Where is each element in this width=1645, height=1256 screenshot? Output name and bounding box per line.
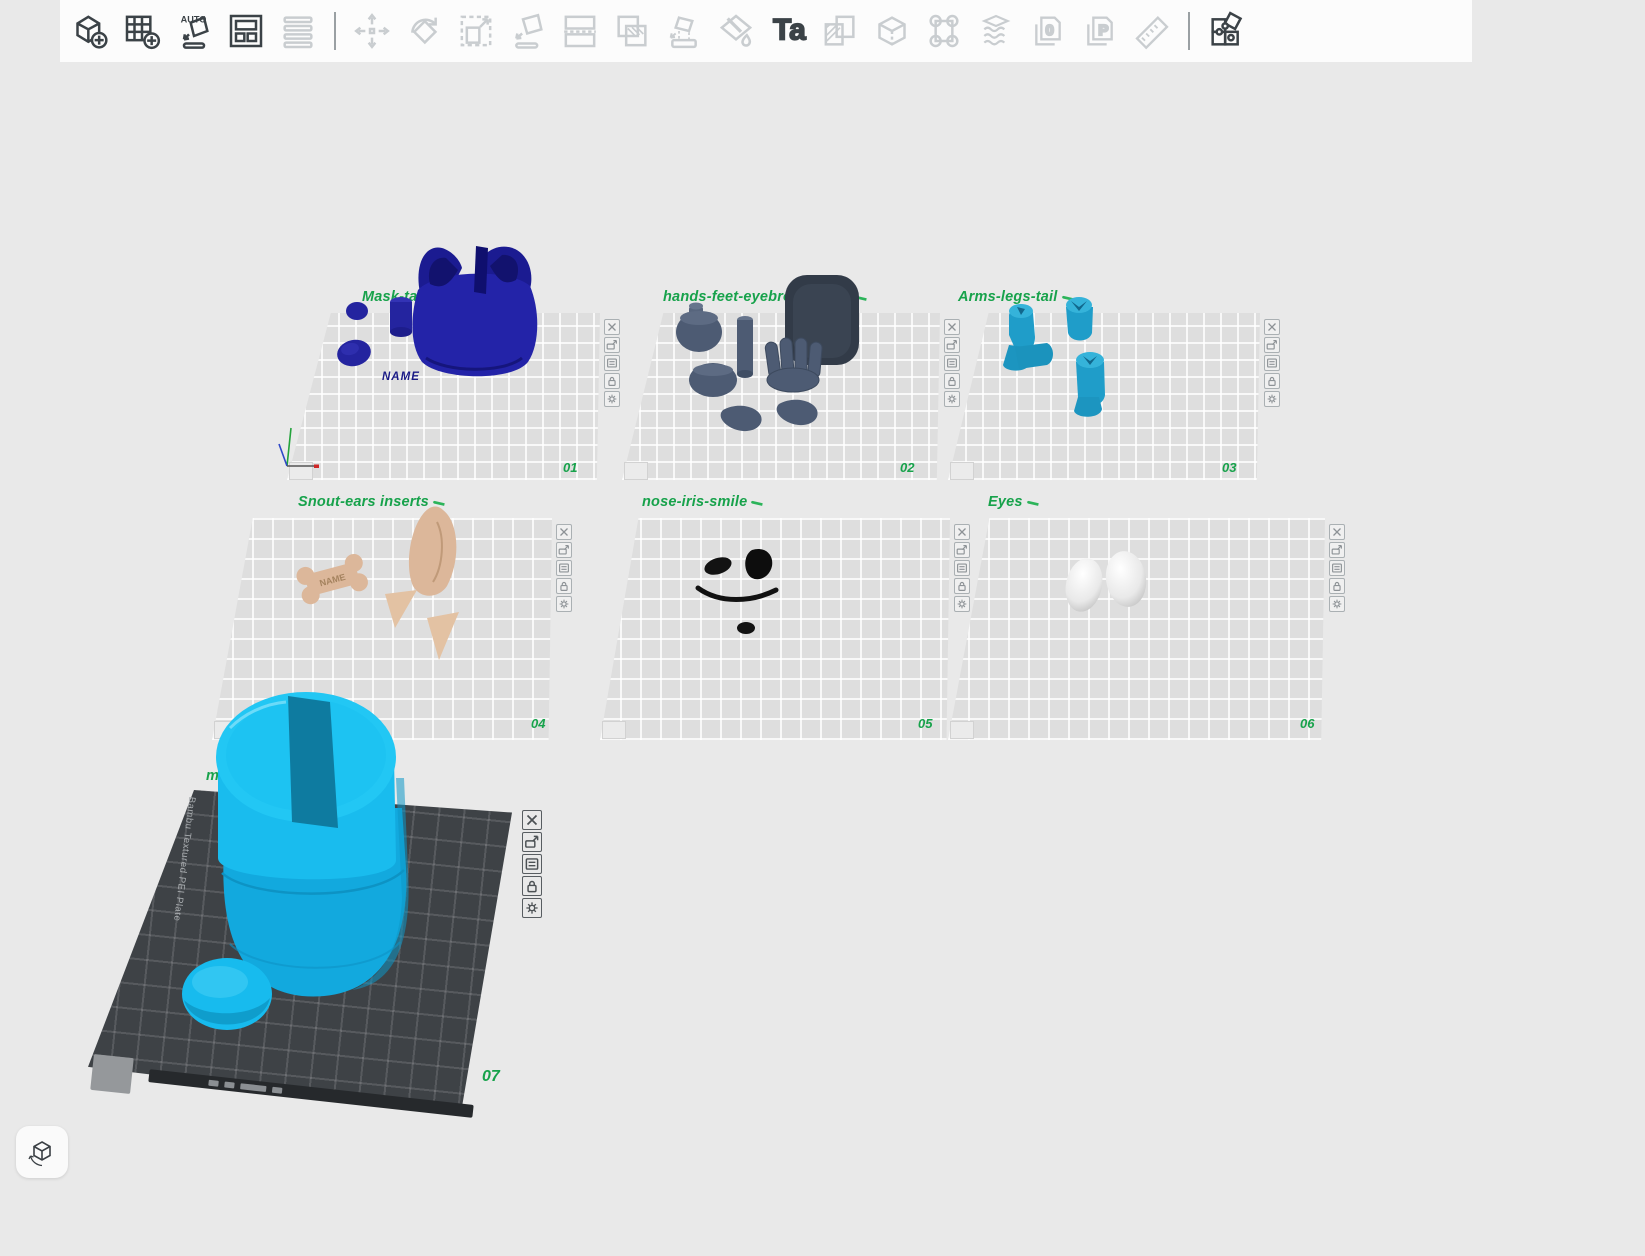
lock-plate-icon[interactable]	[1264, 373, 1280, 389]
axes-gizmo	[278, 427, 319, 468]
view-orientation-button[interactable]	[16, 1126, 68, 1178]
support-painting-button[interactable]	[664, 11, 704, 51]
plate-01-controls	[604, 319, 620, 407]
p-document-button[interactable]: P	[1080, 11, 1120, 51]
color-painting-button[interactable]	[716, 11, 756, 51]
model-eyes[interactable]	[1058, 543, 1163, 623]
delete-plate-icon[interactable]	[604, 319, 620, 335]
delete-plate-icon[interactable]	[1329, 524, 1345, 540]
toolbar-divider	[1188, 12, 1190, 50]
text-shape-button[interactable]: Ta	[768, 11, 808, 51]
mesh-boolean-button[interactable]	[612, 11, 652, 51]
cut-cube-button[interactable]	[872, 11, 912, 51]
plate-05-name: nose-iris-smile	[642, 494, 767, 510]
plate-settings-icon[interactable]	[1264, 355, 1280, 371]
plate-gear-icon[interactable]	[1329, 596, 1345, 612]
svg-text:Ta: Ta	[773, 13, 806, 46]
lock-plate-icon[interactable]	[556, 578, 572, 594]
auto-orient-button[interactable]: AUTO	[174, 11, 214, 51]
arrange-button[interactable]	[226, 11, 266, 51]
plate-settings-icon[interactable]	[944, 355, 960, 371]
plate-number-04: 04	[531, 716, 546, 731]
move-plate-icon[interactable]	[556, 542, 572, 558]
plate-gear-icon[interactable]	[522, 898, 542, 918]
move-plate-icon[interactable]	[1329, 542, 1345, 558]
svg-text:P: P	[1098, 22, 1108, 39]
plate-settings-icon[interactable]	[522, 854, 542, 874]
edit-plate-name-icon[interactable]	[750, 492, 771, 513]
plate-gear-icon[interactable]	[944, 391, 960, 407]
cut-button[interactable]	[560, 11, 600, 51]
scale-button[interactable]	[456, 11, 496, 51]
move-plate-icon[interactable]	[522, 832, 542, 852]
move-plate-icon[interactable]	[604, 337, 620, 353]
move-plate-icon[interactable]	[1264, 337, 1280, 353]
place-on-face-button[interactable]	[508, 11, 548, 51]
move-plate-icon[interactable]	[954, 542, 970, 558]
lock-plate-icon[interactable]	[604, 373, 620, 389]
move-plate-icon[interactable]	[944, 337, 960, 353]
delete-plate-icon[interactable]	[556, 524, 572, 540]
plate-settings-icon[interactable]	[604, 355, 620, 371]
model-snout-ears-inserts[interactable]: NAME	[293, 498, 473, 673]
model-nose-iris-smile[interactable]	[690, 540, 800, 645]
plate-settings-icon[interactable]	[556, 560, 572, 576]
seam-painting-button[interactable]	[924, 11, 964, 51]
plate-corner-tab	[602, 721, 626, 739]
plate-gear-icon[interactable]	[604, 391, 620, 407]
delete-plate-icon[interactable]	[1264, 319, 1280, 335]
plate-number-03: 03	[1222, 460, 1237, 475]
variable-layer-height-button[interactable]	[278, 11, 318, 51]
measure-button[interactable]	[1132, 11, 1172, 51]
delete-plate-icon[interactable]	[954, 524, 970, 540]
edit-plate-name-icon[interactable]	[1025, 492, 1046, 513]
fuzzy-skin-button[interactable]	[976, 11, 1016, 51]
plate-number-02: 02	[900, 460, 915, 475]
plate-06-controls	[1329, 524, 1345, 612]
plate-number-07: 07	[482, 1068, 500, 1085]
add-plate-button[interactable]	[122, 11, 162, 51]
plate-corner-tab	[624, 462, 648, 480]
plate-corner-tab	[950, 721, 974, 739]
negative-part-button[interactable]	[820, 11, 860, 51]
plate-04-controls	[556, 524, 572, 612]
svg-text:AUTO: AUTO	[181, 15, 207, 25]
delete-plate-icon[interactable]	[522, 810, 542, 830]
plate-gear-icon[interactable]	[1264, 391, 1280, 407]
zero-document-button[interactable]: 0	[1028, 11, 1068, 51]
model-body-cylinder[interactable]	[172, 688, 447, 1058]
plate-corner-tab	[950, 462, 974, 480]
model-mask-parts[interactable]: NAME	[330, 238, 580, 488]
move-button[interactable]	[352, 11, 392, 51]
plate-corner-tab	[90, 1054, 134, 1094]
plate-settings-icon[interactable]	[954, 560, 970, 576]
plate-06-name: Eyes	[988, 494, 1043, 510]
plate-gear-icon[interactable]	[556, 596, 572, 612]
delete-plate-icon[interactable]	[944, 319, 960, 335]
plate-number-06: 06	[1300, 716, 1315, 731]
lock-plate-icon[interactable]	[522, 876, 542, 896]
plate-number-05: 05	[918, 716, 933, 731]
plate-05-controls	[954, 524, 970, 612]
plate-settings-icon[interactable]	[1329, 560, 1345, 576]
plate-07-controls	[522, 810, 542, 918]
add-object-button[interactable]	[70, 11, 110, 51]
lock-plate-icon[interactable]	[954, 578, 970, 594]
lock-plate-icon[interactable]	[1329, 578, 1345, 594]
svg-text:NAME: NAME	[382, 371, 420, 383]
lock-plate-icon[interactable]	[944, 373, 960, 389]
rotate-button[interactable]	[404, 11, 444, 51]
assembly-view-button[interactable]	[1206, 11, 1246, 51]
svg-text:0: 0	[1046, 22, 1054, 39]
model-hands-feet-belly[interactable]	[675, 270, 865, 445]
model-arms-legs-tail[interactable]	[995, 285, 1125, 425]
main-toolbar: AUTO Ta 0 P	[60, 0, 1472, 62]
plate-gear-icon[interactable]	[954, 596, 970, 612]
plate-03-controls	[1264, 319, 1280, 407]
toolbar-divider	[334, 12, 336, 50]
plate-02-controls	[944, 319, 960, 407]
